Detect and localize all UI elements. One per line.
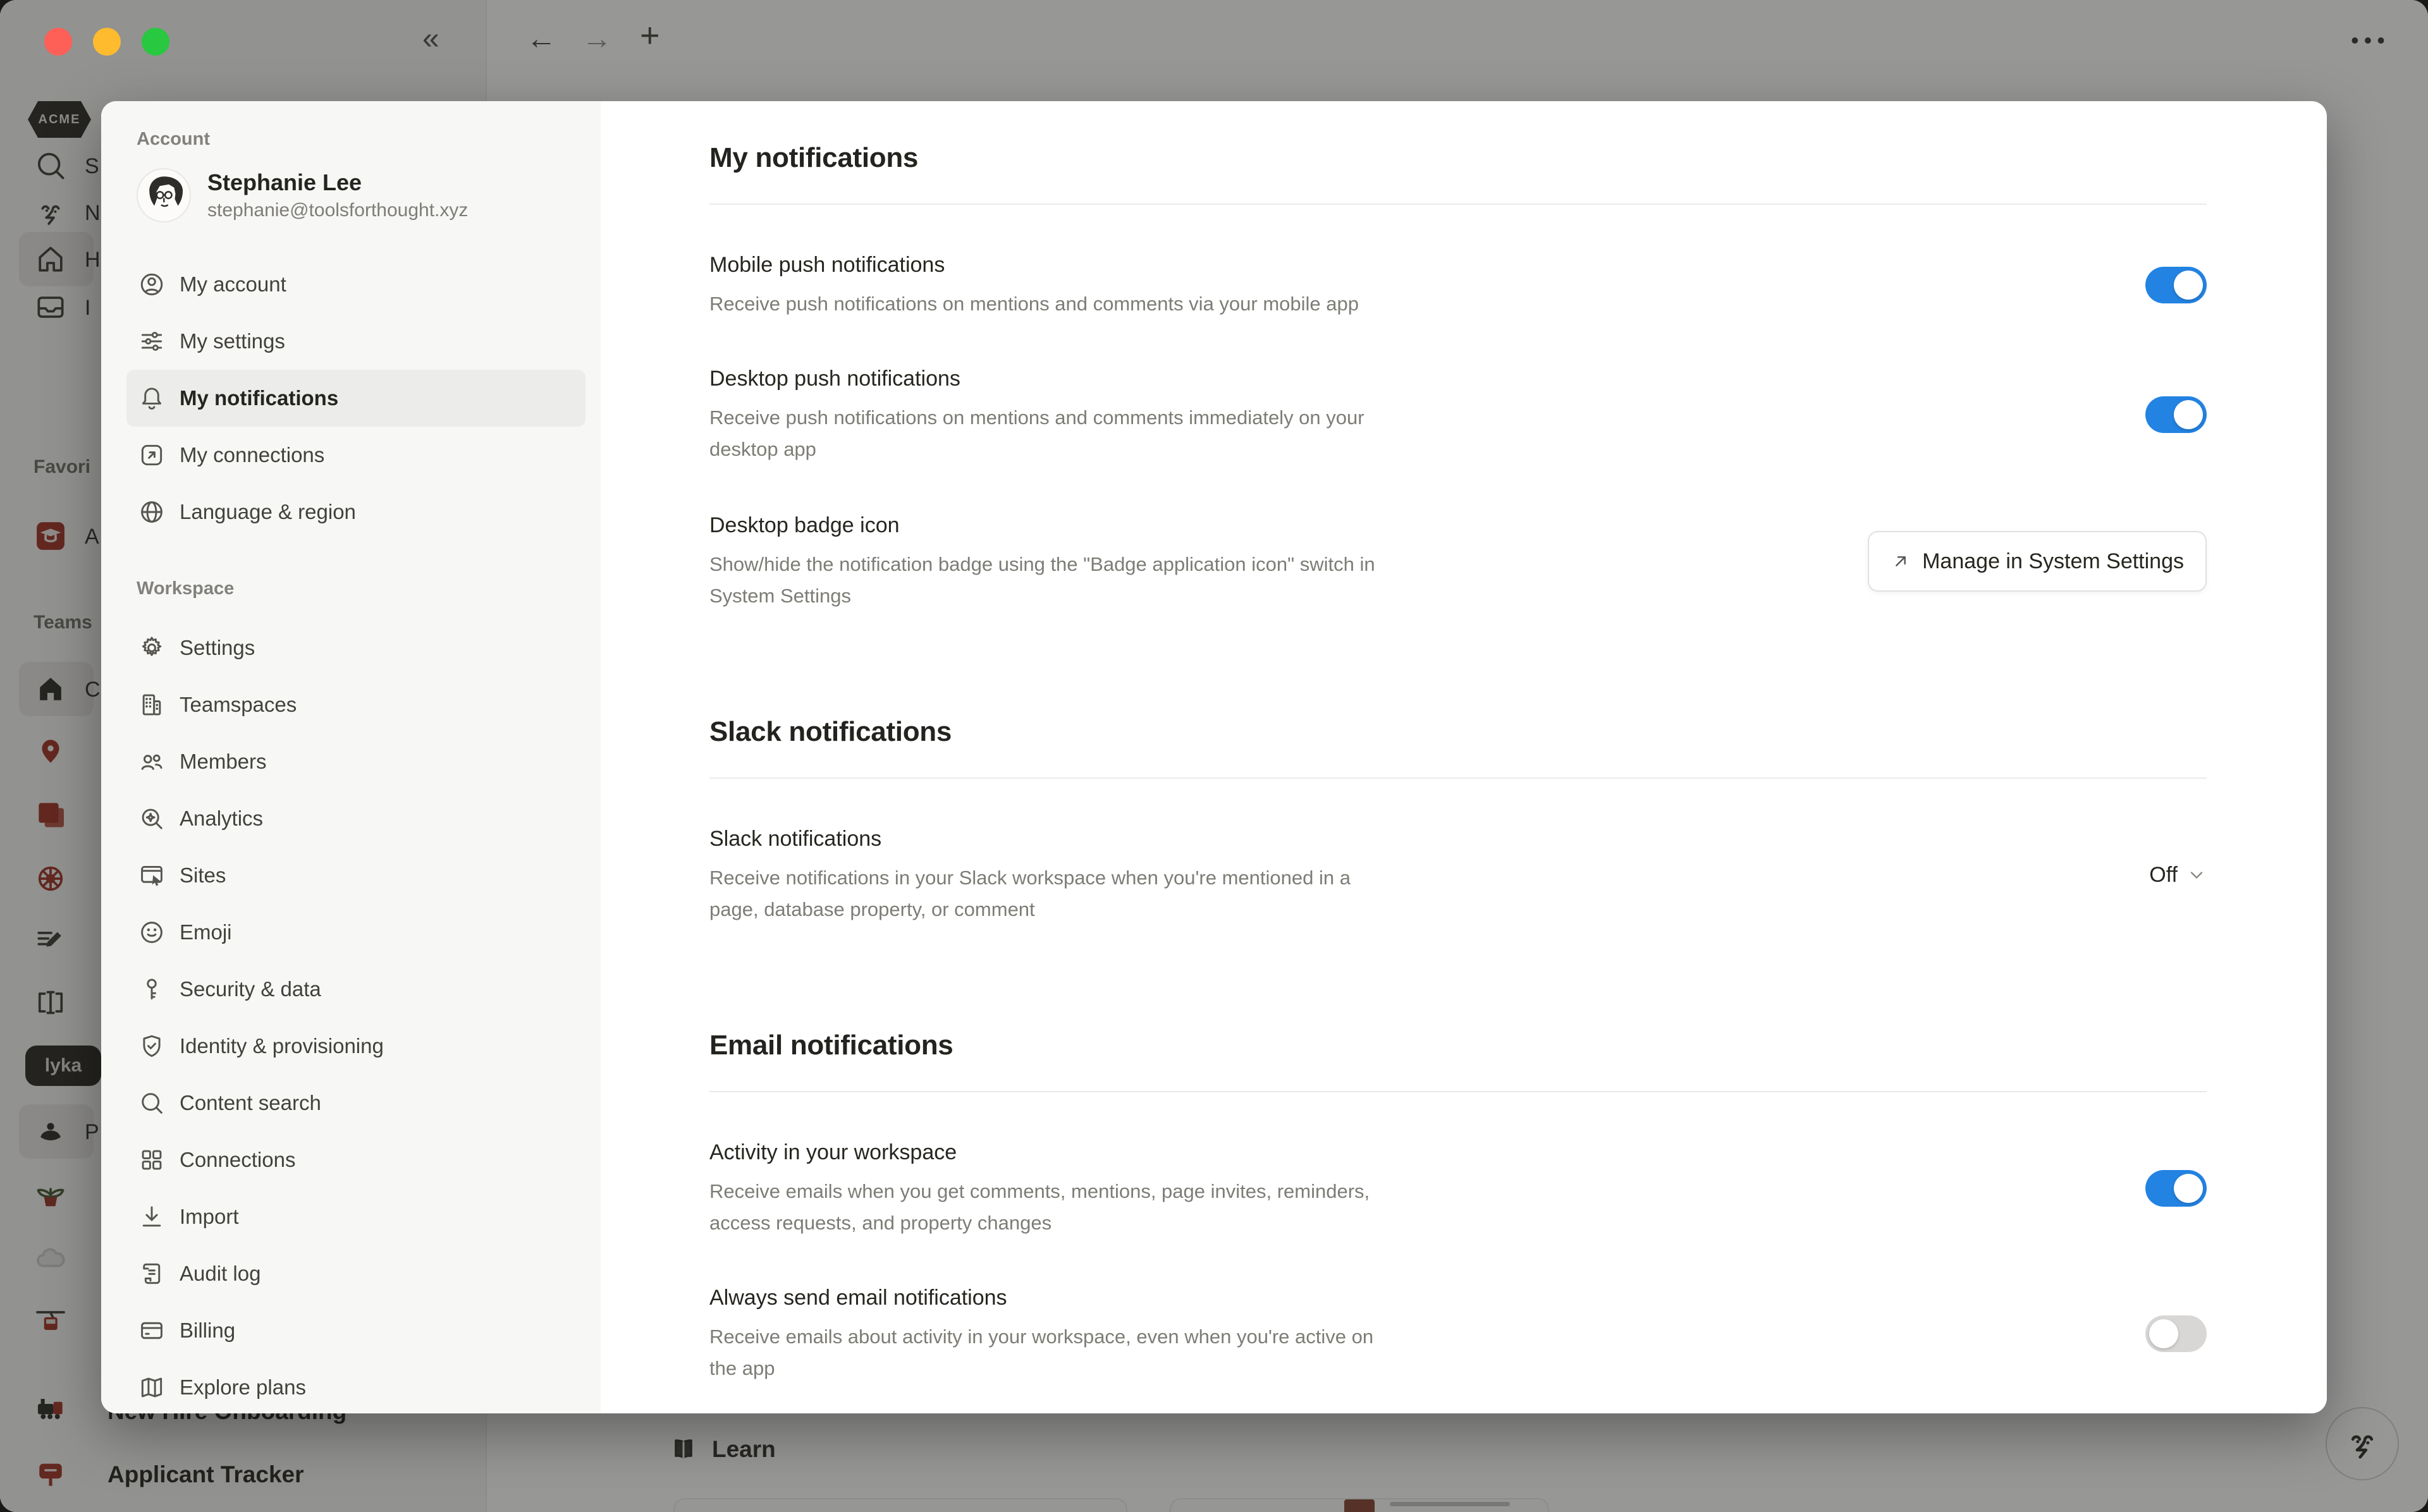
desktop-push-row: Desktop push notifications Receive push … <box>709 364 2207 465</box>
gear-icon <box>138 634 166 662</box>
download-icon <box>138 1203 166 1231</box>
person-circle-icon <box>138 271 166 298</box>
map-icon <box>138 1374 166 1401</box>
divider <box>709 1091 2207 1092</box>
row-title: Activity in your workspace <box>709 1138 1370 1167</box>
sidebar-item-my-connections[interactable]: My connections <box>126 427 586 484</box>
row-description: Receive emails when you get comments, me… <box>709 1176 1370 1239</box>
chevron-down-icon <box>2186 865 2207 885</box>
row-title: Mobile push notifications <box>709 250 1359 279</box>
sidebar-item-sites[interactable]: Sites <box>126 847 586 904</box>
divider <box>709 777 2207 779</box>
sliders-icon <box>138 327 166 355</box>
grid-icon <box>138 1146 166 1174</box>
manage-system-settings-button[interactable]: Manage in System Settings <box>1868 531 2207 592</box>
sidebar-item-explore-plans[interactable]: Explore plans <box>126 1359 586 1413</box>
row-description: Receive push notifications on mentions a… <box>709 402 1364 465</box>
scroll-icon <box>138 1260 166 1288</box>
arrow-up-right-square-icon <box>138 441 166 469</box>
row-description: Receive notifications in your Slack work… <box>709 862 1351 925</box>
row-title: Desktop badge icon <box>709 511 1375 540</box>
always-send-email-row: Always send email notifications Receive … <box>709 1283 2207 1384</box>
select-value: Off <box>2149 863 2178 887</box>
user-name: Stephanie Lee <box>207 168 468 198</box>
page-title: My notifications <box>709 142 2207 174</box>
settings-dialog: Account Stephanie Lee stephanie@toolsfor… <box>101 101 2327 1413</box>
avatar <box>137 168 191 223</box>
row-description: Receive push notifications on mentions a… <box>709 288 1359 320</box>
key-icon <box>138 975 166 1003</box>
slack-notifications-select[interactable]: Off <box>2149 863 2207 887</box>
always-send-email-toggle[interactable] <box>2145 1315 2207 1352</box>
sidebar-item-settings[interactable]: Settings <box>126 619 586 676</box>
sidebar-item-audit-log[interactable]: Audit log <box>126 1245 586 1302</box>
globe-icon <box>138 498 166 526</box>
close-window-button[interactable] <box>44 28 72 56</box>
search-sparkle-icon <box>138 805 166 832</box>
sidebar-item-billing[interactable]: Billing <box>126 1302 586 1359</box>
settings-sidebar: Account Stephanie Lee stephanie@toolsfor… <box>101 101 601 1413</box>
credit-card-icon <box>138 1317 166 1344</box>
row-description: Show/hide the notification badge using t… <box>709 549 1375 612</box>
search-icon <box>138 1089 166 1117</box>
sidebar-item-language-region[interactable]: Language & region <box>126 484 586 540</box>
mobile-push-row: Mobile push notifications Receive push n… <box>709 250 2207 320</box>
email-section-heading: Email notifications <box>709 1029 2207 1062</box>
sidebar-item-security-data[interactable]: Security & data <box>126 961 586 1018</box>
sidebar-item-my-account[interactable]: My account <box>126 256 586 313</box>
sidebar-item-teamspaces[interactable]: Teamspaces <box>126 676 586 733</box>
row-title: Slack notifications <box>709 824 1351 853</box>
row-description: Receive emails about activity in your wo… <box>709 1321 1373 1384</box>
minimize-window-button[interactable] <box>93 28 121 56</box>
app-window: ACME S N H I Favori A Teams C <box>0 0 2428 1512</box>
mobile-push-toggle[interactable] <box>2145 267 2207 303</box>
shield-check-icon <box>138 1032 166 1060</box>
account-user[interactable]: Stephanie Lee stephanie@toolsforthought.… <box>137 168 586 223</box>
divider <box>709 204 2207 205</box>
user-email: stephanie@toolsforthought.xyz <box>207 198 468 223</box>
slack-section-heading: Slack notifications <box>709 716 2207 748</box>
window-controls <box>44 28 169 56</box>
sidebar-item-identity-provisioning[interactable]: Identity & provisioning <box>126 1018 586 1075</box>
sidebar-item-connections[interactable]: Connections <box>126 1131 586 1188</box>
bell-icon <box>138 384 166 412</box>
sidebar-item-my-settings[interactable]: My settings <box>126 313 586 370</box>
browser-cursor-icon <box>138 862 166 889</box>
sidebar-item-members[interactable]: Members <box>126 733 586 790</box>
people-icon <box>138 748 166 776</box>
workspace-activity-toggle[interactable] <box>2145 1170 2207 1207</box>
sidebar-item-analytics[interactable]: Analytics <box>126 790 586 847</box>
arrow-up-right-icon <box>1891 551 1911 571</box>
sidebar-item-emoji[interactable]: Emoji <box>126 904 586 961</box>
building-icon <box>138 691 166 719</box>
sidebar-item-my-notifications[interactable]: My notifications <box>126 370 586 427</box>
zoom-window-button[interactable] <box>142 28 169 56</box>
sidebar-item-import[interactable]: Import <box>126 1188 586 1245</box>
row-title: Always send email notifications <box>709 1283 1373 1312</box>
workspace-activity-row: Activity in your workspace Receive email… <box>709 1138 2207 1239</box>
desktop-push-toggle[interactable] <box>2145 396 2207 433</box>
sidebar-item-content-search[interactable]: Content search <box>126 1075 586 1131</box>
workspace-menu: Settings Teamspaces Members Analytics Si… <box>126 619 586 1413</box>
desktop-badge-row: Desktop badge icon Show/hide the notific… <box>709 511 2207 612</box>
slack-notifications-row: Slack notifications Receive notification… <box>709 824 2207 925</box>
account-section-label: Account <box>137 129 601 150</box>
notification-settings-panel: My notifications Mobile push notificatio… <box>601 101 2327 1413</box>
workspace-section-label: Workspace <box>137 578 601 599</box>
account-menu: My account My settings My notifications … <box>126 256 586 540</box>
smiley-icon <box>138 918 166 946</box>
row-title: Desktop push notifications <box>709 364 1364 393</box>
